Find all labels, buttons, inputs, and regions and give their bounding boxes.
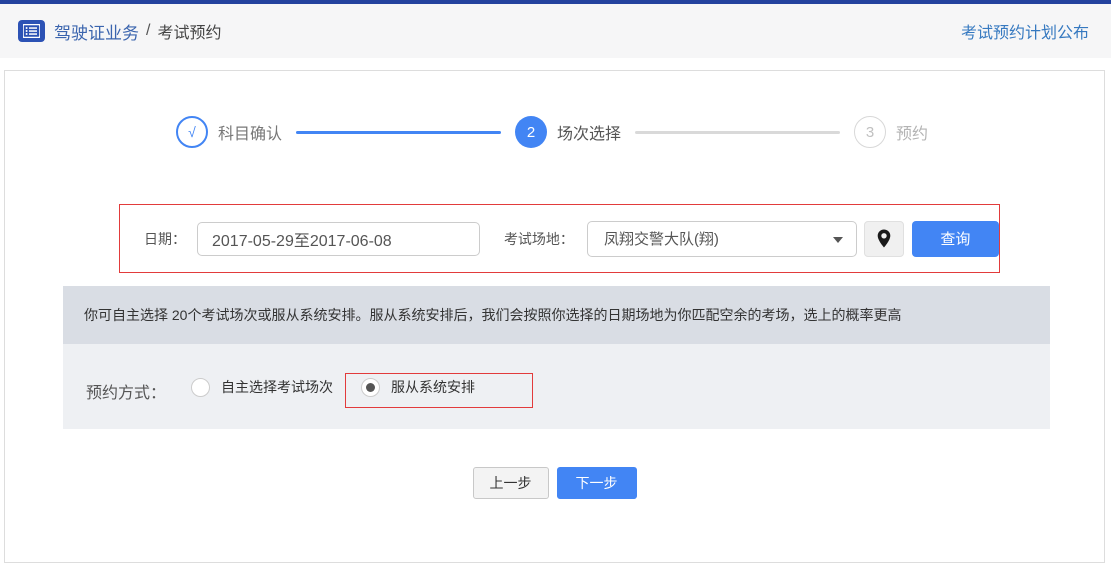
booking-method-label: 预约方式： (86, 385, 167, 402)
step-connector-done (296, 130, 502, 134)
radio-unselected-icon[interactable] (191, 377, 210, 397)
venue-label: 考试场地： (503, 230, 574, 247)
notice-text: 你可自主选择 20个考试场次或服从系统安排。服从系统安排后，我们会按照你选择的日… (84, 307, 902, 323)
query-button[interactable]: 查询 (911, 220, 999, 257)
previous-step-button[interactable]: 上一步 (472, 467, 549, 499)
map-location-button[interactable] (864, 220, 904, 257)
step-2-circle: 2 (515, 116, 548, 148)
step-2-label: 场次选择 (557, 126, 622, 143)
header-bar: 驾驶证业务 / 考试预约 考试预约计划公布 (0, 4, 1111, 58)
radio-option-self-select-label: 自主选择考试场次 (221, 379, 333, 395)
exam-plan-link[interactable]: 考试预约计划公布 (961, 19, 1089, 43)
list-icon (18, 20, 45, 42)
notice-bar: 你可自主选择 20个考试场次或服从系统安排。服从系统安排后，我们会按照你选择的日… (63, 286, 1050, 344)
radio-option-self-select[interactable]: 自主选择考试场次 (191, 377, 333, 397)
main-panel: √ 科目确认 2 场次选择 3 预约 日期： 考试场地： 凤翔交警大队(翔) 查… (4, 70, 1105, 563)
breadcrumb-section[interactable]: 驾驶证业务 (54, 19, 139, 44)
step-1-label: 科目确认 (218, 126, 283, 143)
radio-selected-icon[interactable] (361, 377, 380, 397)
date-range-input[interactable] (197, 221, 480, 256)
breadcrumb-page: 考试预约 (157, 25, 222, 42)
breadcrumb-separator: / (146, 22, 151, 39)
stepper: √ 科目确认 2 场次选择 3 预约 (176, 115, 928, 149)
step-1-circle: √ (176, 116, 208, 148)
radio-option-system-arrange-label: 服从系统安排 (391, 379, 475, 395)
date-label: 日期： (144, 230, 186, 247)
step-connector-pending (635, 130, 841, 134)
next-step-button[interactable]: 下一步 (556, 467, 637, 499)
filter-highlight-box: 日期： 考试场地： 凤翔交警大队(翔) 查询 (119, 204, 1000, 273)
filter-row: 日期： 考试场地： 凤翔交警大队(翔) 查询 (120, 205, 999, 272)
action-buttons: 上一步 下一步 (5, 467, 1104, 499)
venue-select[interactable]: 凤翔交警大队(翔) (586, 220, 858, 257)
step-3-circle: 3 (854, 116, 887, 148)
chevron-down-icon (833, 236, 844, 243)
step-3-label: 预约 (896, 126, 929, 143)
booking-method-section: 预约方式： 自主选择考试场次 服从系统安排 (63, 344, 1050, 429)
radio-option-system-arrange[interactable]: 服从系统安排 (361, 377, 475, 397)
venue-select-value: 凤翔交警大队(翔) (603, 231, 719, 248)
map-pin-icon (877, 229, 891, 248)
